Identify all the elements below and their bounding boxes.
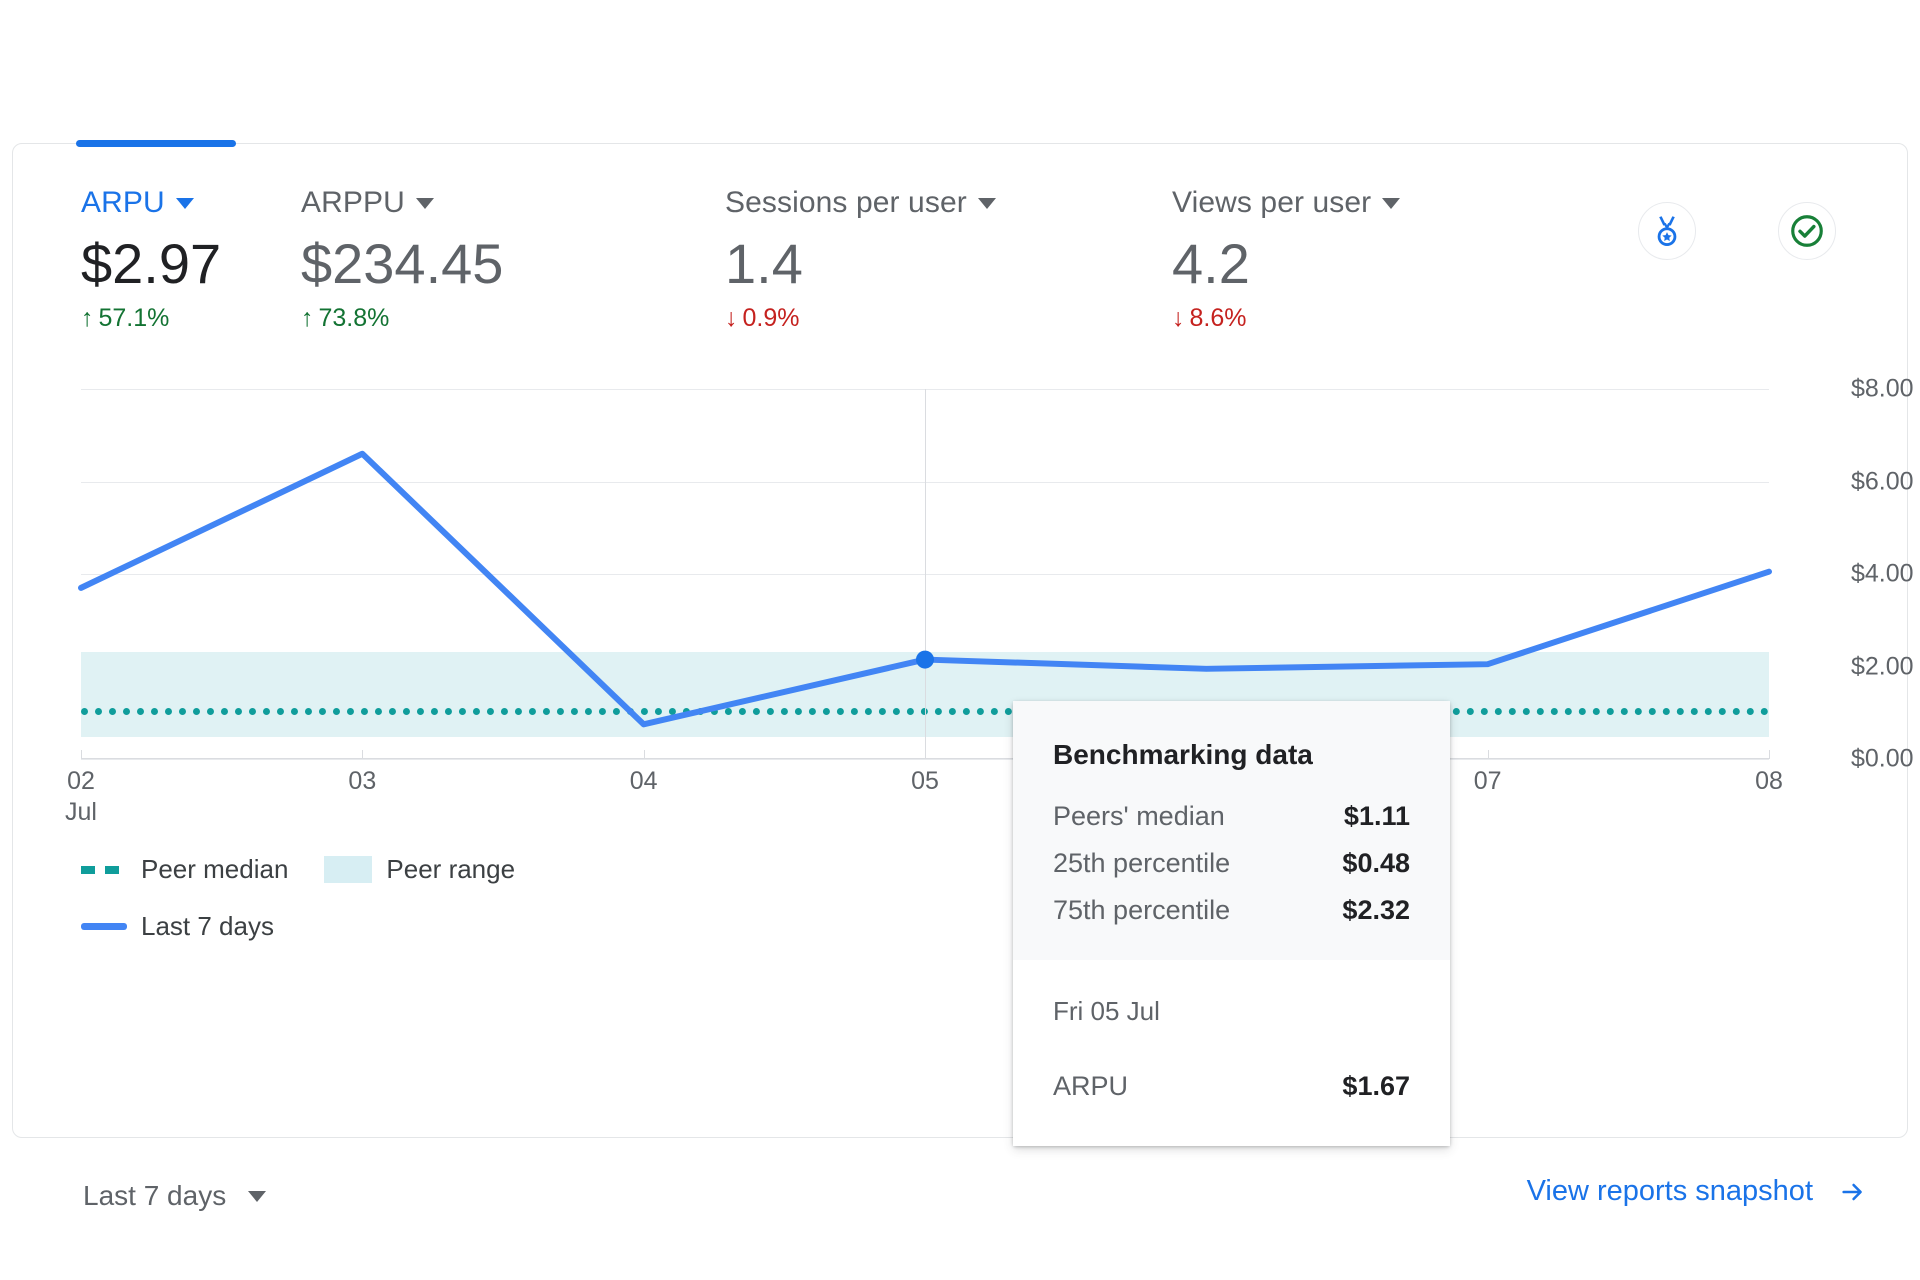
x-axis-month-label: Jul — [65, 798, 97, 827]
tooltip-value-peers-median: $1.11 — [1344, 801, 1410, 832]
view-reports-snapshot-link[interactable]: View reports snapshot — [1527, 1175, 1871, 1208]
y-axis-tick-label: $8.00 — [1851, 375, 1914, 404]
metric-label-arppu: ARPPU — [301, 186, 405, 220]
legend-label-peer-range: Peer range — [386, 854, 515, 885]
active-tab-indicator — [76, 140, 236, 147]
medal-badge-button[interactable] — [1638, 202, 1696, 260]
metric-selector-sessions-per-user[interactable]: Sessions per user — [725, 186, 996, 220]
x-axis-tick-label: 05 — [911, 767, 939, 796]
arrow-down-icon: ↓ — [725, 306, 738, 331]
metric-delta-views-per-user: ↓ 8.6% — [1172, 304, 1400, 333]
line-swatch-icon — [81, 923, 127, 930]
arrow-down-icon: ↓ — [1172, 306, 1185, 331]
metric-label-sessions-per-user: Sessions per user — [725, 186, 967, 220]
medal-icon — [1650, 214, 1684, 248]
tooltip-metric-label: ARPU — [1053, 1071, 1128, 1102]
metric-delta-arppu: ↑ 73.8% — [301, 304, 503, 333]
tooltip-value-25th-percentile: $0.48 — [1342, 848, 1410, 879]
metric-value-arpu: $2.97 — [81, 234, 221, 294]
chart-plot-area[interactable]: $0.00$2.00$4.00$6.00$8.0002Jul0304050607… — [81, 389, 1769, 759]
legend-item-last-7-days[interactable]: Last 7 days — [81, 911, 274, 942]
chevron-down-icon[interactable] — [1382, 198, 1400, 209]
legend-item-peer-median[interactable]: Peer median — [81, 854, 288, 885]
tooltip-row-75th-percentile: 75th percentile $2.32 — [1053, 895, 1410, 926]
highlighted-data-point[interactable] — [916, 651, 934, 669]
metrics-row: ARPU $2.97 ↑ 57.1% ARPPU $234.45 ↑ 73.8%… — [13, 186, 1907, 386]
tooltip-title: Benchmarking data — [1053, 739, 1410, 771]
metric-card-views-per-user[interactable]: Views per user 4.2 ↓ 8.6% — [1172, 186, 1400, 333]
x-axis-tick — [1769, 750, 1770, 759]
x-axis-tick-label: 02Jul — [65, 767, 97, 827]
y-axis-tick-label: $6.00 — [1851, 467, 1914, 496]
band-swatch-icon — [324, 856, 372, 883]
gridline — [81, 759, 1769, 760]
tooltip-key-75th-percentile: 75th percentile — [1053, 895, 1230, 926]
chevron-down-icon[interactable] — [176, 198, 194, 209]
x-axis-tick-label: 08 — [1755, 767, 1783, 796]
dashed-line-swatch-icon — [81, 866, 127, 874]
chevron-down-icon[interactable] — [978, 198, 996, 209]
tooltip-metric-value: $1.67 — [1342, 1071, 1410, 1102]
metric-value-sessions-per-user: 1.4 — [725, 234, 996, 294]
legend-row-2: Last 7 days — [81, 911, 981, 942]
metric-card-arppu[interactable]: ARPPU $234.45 ↑ 73.8% — [301, 186, 503, 333]
view-reports-snapshot-label: View reports snapshot — [1527, 1175, 1813, 1208]
tooltip-value-75th-percentile: $2.32 — [1342, 895, 1410, 926]
metric-delta-arpu: ↑ 57.1% — [81, 304, 221, 333]
chart-container: $0.00$2.00$4.00$6.00$8.0002Jul0304050607… — [13, 389, 1907, 859]
y-axis-tick-label: $2.00 — [1851, 652, 1914, 681]
metric-delta-value-views-per-user: 8.6% — [1190, 304, 1247, 333]
metric-value-views-per-user: 4.2 — [1172, 234, 1400, 294]
tooltip-point-section: Fri 05 Jul ARPU $1.67 — [1013, 960, 1450, 1146]
tooltip-row-metric: ARPU $1.67 — [1053, 1071, 1410, 1102]
date-range-selector[interactable]: Last 7 days — [83, 1180, 266, 1212]
chart-legend: Peer median Peer range Last 7 days — [81, 854, 981, 968]
check-circle-icon — [1788, 212, 1826, 250]
arrow-right-icon — [1835, 1178, 1871, 1206]
metric-selector-arppu[interactable]: ARPPU — [301, 186, 503, 220]
tooltip-row-peers-median: Peers' median $1.11 — [1053, 801, 1410, 832]
metric-selector-arpu[interactable]: ARPU — [81, 186, 221, 220]
y-axis-tick-label: $4.00 — [1851, 560, 1914, 589]
arrow-up-icon: ↑ — [81, 306, 94, 331]
metric-delta-value-arpu: 57.1% — [99, 304, 170, 333]
metric-delta-value-sessions-per-user: 0.9% — [743, 304, 800, 333]
legend-label-peer-median: Peer median — [141, 854, 288, 885]
metric-card-arpu[interactable]: ARPU $2.97 ↑ 57.1% — [81, 186, 221, 333]
legend-label-last-7-days: Last 7 days — [141, 911, 274, 942]
metric-selector-views-per-user[interactable]: Views per user — [1172, 186, 1400, 220]
metric-label-arpu: ARPU — [81, 186, 165, 220]
metric-delta-sessions-per-user: ↓ 0.9% — [725, 304, 996, 333]
x-axis-tick-label: 04 — [630, 767, 658, 796]
chart-series-layer — [81, 389, 1769, 759]
chevron-down-icon[interactable] — [416, 198, 434, 209]
metric-value-arppu: $234.45 — [301, 234, 503, 294]
tooltip-key-25th-percentile: 25th percentile — [1053, 848, 1230, 879]
chevron-down-icon[interactable] — [248, 1191, 266, 1202]
tooltip-benchmark-section: Benchmarking data Peers' median $1.11 25… — [1013, 701, 1450, 960]
metric-card-sessions-per-user[interactable]: Sessions per user 1.4 ↓ 0.9% — [725, 186, 996, 333]
x-axis-tick-label: 03 — [348, 767, 376, 796]
line-series-last-7-days — [81, 454, 1769, 725]
date-range-label: Last 7 days — [83, 1180, 226, 1212]
tooltip-date: Fri 05 Jul — [1053, 996, 1410, 1027]
arrow-up-icon: ↑ — [301, 306, 314, 331]
metric-delta-value-arppu: 73.8% — [319, 304, 390, 333]
benchmarking-tooltip: Benchmarking data Peers' median $1.11 25… — [1013, 701, 1450, 1146]
benchmarking-card: ARPU $2.97 ↑ 57.1% ARPPU $234.45 ↑ 73.8%… — [12, 143, 1908, 1138]
tooltip-key-peers-median: Peers' median — [1053, 801, 1225, 832]
check-circle-badge-button[interactable] — [1778, 202, 1836, 260]
legend-item-peer-range[interactable]: Peer range — [324, 854, 515, 885]
metric-label-views-per-user: Views per user — [1172, 186, 1371, 220]
badge-group — [1638, 202, 1836, 260]
tooltip-row-25th-percentile: 25th percentile $0.48 — [1053, 848, 1410, 879]
legend-row-1: Peer median Peer range — [81, 854, 981, 885]
y-axis-tick-label: $0.00 — [1851, 745, 1914, 774]
x-axis-tick-label: 07 — [1474, 767, 1502, 796]
